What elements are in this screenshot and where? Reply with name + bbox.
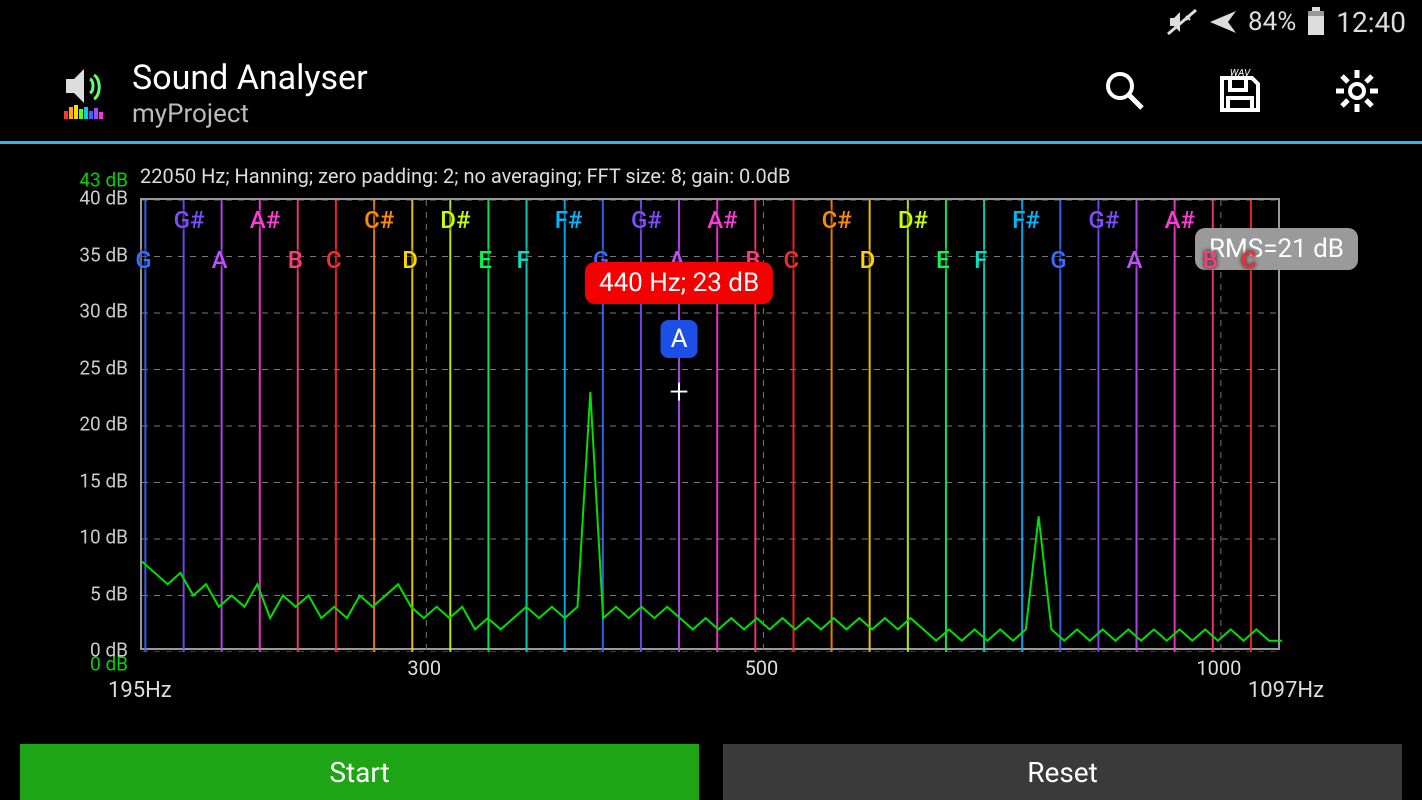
x-min: 195Hz bbox=[108, 678, 172, 703]
project-name: myProject bbox=[132, 100, 368, 130]
y-tick: 15 dB bbox=[79, 469, 128, 492]
reset-button[interactable]: Reset bbox=[723, 744, 1402, 800]
save-wav-icon[interactable]: WAV bbox=[1216, 68, 1264, 120]
rms-badge: RMS=21 dB bbox=[1195, 228, 1358, 270]
x-tick: 1000 bbox=[1196, 656, 1241, 680]
y-tick: 35 dB bbox=[79, 243, 128, 266]
peak-note-badge: A bbox=[661, 320, 698, 358]
y-tick: 30 dB bbox=[79, 300, 128, 323]
peak-badge: 440 Hz; 23 dB bbox=[585, 262, 773, 304]
airplane-icon bbox=[1208, 7, 1238, 37]
y-tick: 25 dB bbox=[79, 356, 128, 379]
y-tick: 5 dB bbox=[90, 582, 128, 605]
x-axis: 300 500 1000 bbox=[140, 656, 1280, 680]
peak-crosshair: + bbox=[669, 372, 688, 412]
x-range: 195Hz 1097Hz bbox=[108, 678, 1324, 703]
x-tick: 500 bbox=[745, 656, 779, 680]
app-icon bbox=[60, 65, 114, 123]
y-tick: 40 dB bbox=[79, 187, 128, 210]
app-bar: Sound Analyser myProject WAV bbox=[0, 44, 1422, 144]
x-max: 1097Hz bbox=[1248, 678, 1324, 703]
mute-vibrate-icon bbox=[1166, 8, 1198, 36]
y-tick: 20 dB bbox=[79, 413, 128, 436]
clock: 12:40 bbox=[1336, 6, 1406, 39]
y-axis: 43 dB 0 dB 40 dB35 dB30 dB25 dB20 dB15 d… bbox=[40, 198, 136, 650]
search-icon[interactable] bbox=[1102, 68, 1146, 120]
settings-icon[interactable] bbox=[1334, 68, 1380, 120]
y-tick: 0 dB bbox=[90, 639, 128, 662]
fft-settings-label: 22050 Hz; Hanning; zero padding: 2; no a… bbox=[140, 164, 791, 188]
start-button[interactable]: Start bbox=[20, 744, 699, 800]
x-tick: 300 bbox=[407, 656, 441, 680]
app-title: Sound Analyser bbox=[132, 59, 368, 98]
battery-icon bbox=[1306, 7, 1326, 37]
spectrum-chart[interactable]: RMS=21 dB GG#AA#BCC#DD#EFF#GG#AA#BCC#DD#… bbox=[140, 198, 1280, 650]
y-tick: 10 dB bbox=[79, 526, 128, 549]
status-bar: 84% 12:40 bbox=[0, 0, 1422, 44]
battery-pct: 84% bbox=[1248, 7, 1296, 37]
